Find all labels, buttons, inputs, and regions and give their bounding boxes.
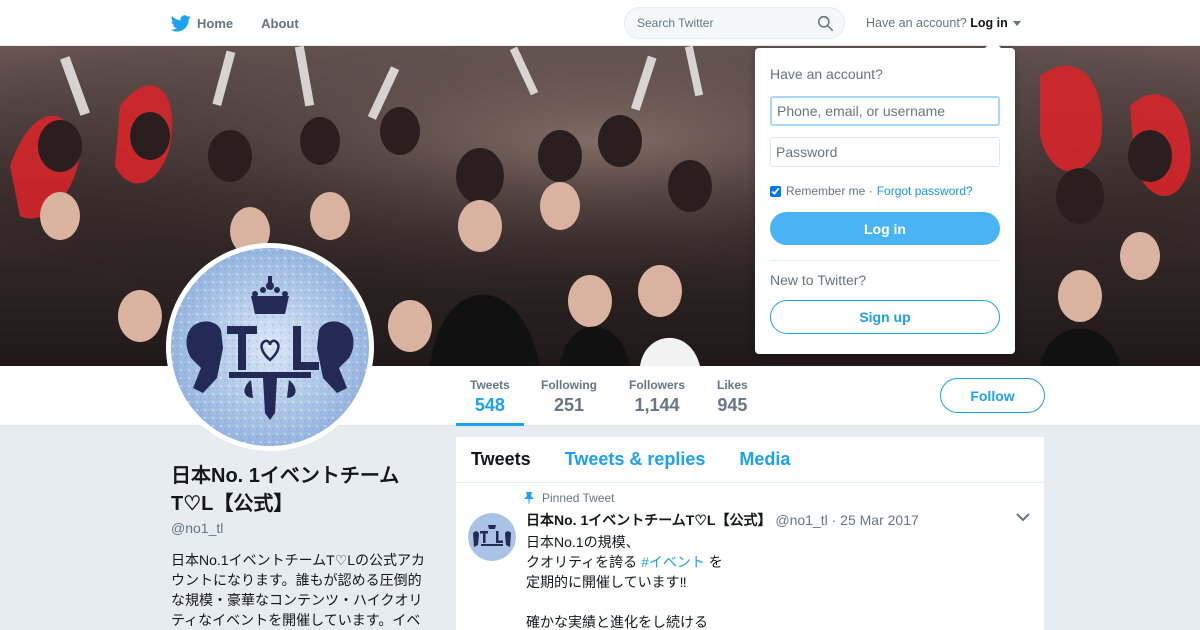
login-dropdown: Have an account? Remember me · Forgot pa… <box>755 40 1015 354</box>
stat-likes[interactable]: Likes 945 <box>717 378 748 416</box>
tweet-line: 確かな実績と進化をし続ける <box>526 614 708 630</box>
caret-down-icon[interactable] <box>1013 21 1022 27</box>
stat-likes-label: Likes <box>717 378 748 392</box>
stat-followers-count: 1,144 <box>634 395 680 415</box>
tweet-line-text: を <box>704 554 723 570</box>
profile-handle[interactable]: @no1_tl <box>171 520 433 536</box>
tl-logo-image <box>171 248 369 446</box>
timeline-tabs: Tweets Tweets & replies Media <box>456 437 1044 483</box>
login-menu-trigger[interactable]: Log in <box>970 16 1008 30</box>
timeline: Tweets Tweets & replies Media Pinned Twe… <box>456 437 1044 630</box>
home-link[interactable]: Home <box>171 14 234 32</box>
stat-following-count: 251 <box>553 395 585 415</box>
profile-bio: 日本No.1イベントチームT♡Lの公式アカウントになります。誰もが認める圧倒的な… <box>171 552 426 628</box>
tab-media[interactable]: Media <box>739 449 790 470</box>
twitter-bird-icon <box>171 14 191 31</box>
stat-following-label: Following <box>541 378 597 392</box>
tweet-author-name[interactable]: 日本No. 1イベントチームT♡L【公式】 <box>526 512 771 528</box>
search-box <box>624 7 845 39</box>
pinned-label: Pinned Tweet <box>542 491 615 505</box>
username-field[interactable] <box>770 96 1000 126</box>
pinned-indicator: Pinned Tweet <box>524 491 1029 505</box>
tweet-line: 定期的に開催しています‼ <box>526 574 687 590</box>
tab-tweets[interactable]: Tweets <box>471 449 531 470</box>
profile-avatar[interactable] <box>166 243 374 451</box>
signup-button[interactable]: Sign up <box>770 300 1000 334</box>
profile-name[interactable]: 日本No. 1イベントチームT♡L【公式】 <box>171 462 433 518</box>
tweet-author-handle[interactable]: @no1_tl <box>775 512 827 528</box>
stat-tweets[interactable]: Tweets 548 <box>456 378 524 426</box>
pin-icon <box>524 492 534 504</box>
about-label: About <box>261 15 299 31</box>
search-input[interactable] <box>625 8 805 38</box>
hashtag-link[interactable]: #イベント <box>641 554 705 570</box>
login-button[interactable]: Log in <box>770 212 1000 245</box>
tab-tweets-and-replies[interactable]: Tweets & replies <box>565 449 706 470</box>
tweet-avatar[interactable] <box>468 513 516 561</box>
pinned-tweet[interactable]: Pinned Tweet 日本No. 1イベントチームT♡L【公式】 @no1_… <box>456 483 1044 630</box>
account-prompt: Have an account? Log in <box>866 16 1022 30</box>
search-icon[interactable] <box>817 15 834 32</box>
forgot-password-link[interactable]: Forgot password? <box>877 184 973 198</box>
nav-left: Home About <box>171 0 327 46</box>
stat-likes-count: 945 <box>717 395 748 415</box>
tweet-date[interactable]: · 25 Mar 2017 <box>832 512 919 528</box>
remember-me-label[interactable]: Remember me · <box>786 184 873 198</box>
chevron-down-icon[interactable] <box>1016 513 1030 522</box>
stat-tweets-count: 548 <box>474 395 505 415</box>
remember-row: Remember me · Forgot password? <box>770 184 973 198</box>
home-label: Home <box>197 15 234 31</box>
have-account-text: Have an account? <box>866 16 967 30</box>
tweet-line: 日本No.1の規模、 <box>526 534 640 550</box>
divider <box>770 260 1000 261</box>
top-navigation: Home About Have an account? Log in <box>0 0 1200 46</box>
stat-following[interactable]: Following 251 <box>541 378 597 416</box>
login-heading: Have an account? <box>770 66 883 82</box>
tweet-text: 日本No.1の規模、 クオリティを誇る #イベント を 定期的に開催しています‼… <box>526 532 1029 630</box>
tweet-header: 日本No. 1イベントチームT♡L【公式】 @no1_tl · 25 Mar 2… <box>526 510 1029 530</box>
follow-button[interactable]: Follow <box>940 378 1045 413</box>
stat-tweets-label: Tweets <box>470 378 510 392</box>
new-to-twitter-text: New to Twitter? <box>770 272 867 288</box>
stat-followers[interactable]: Followers 1,144 <box>629 378 685 416</box>
password-field[interactable] <box>770 137 1000 167</box>
tweet-line-text: クオリティを誇る <box>526 554 638 570</box>
about-link[interactable]: About <box>261 16 299 31</box>
tweet-line: クオリティを誇る #イベント を <box>526 552 1029 572</box>
remember-me-checkbox[interactable] <box>770 185 781 197</box>
stat-followers-label: Followers <box>629 378 686 392</box>
tweet-avatar-logo <box>468 513 516 561</box>
profile-info: 日本No. 1イベントチームT♡L【公式】 @no1_tl 日本No.1イベント… <box>171 462 433 630</box>
